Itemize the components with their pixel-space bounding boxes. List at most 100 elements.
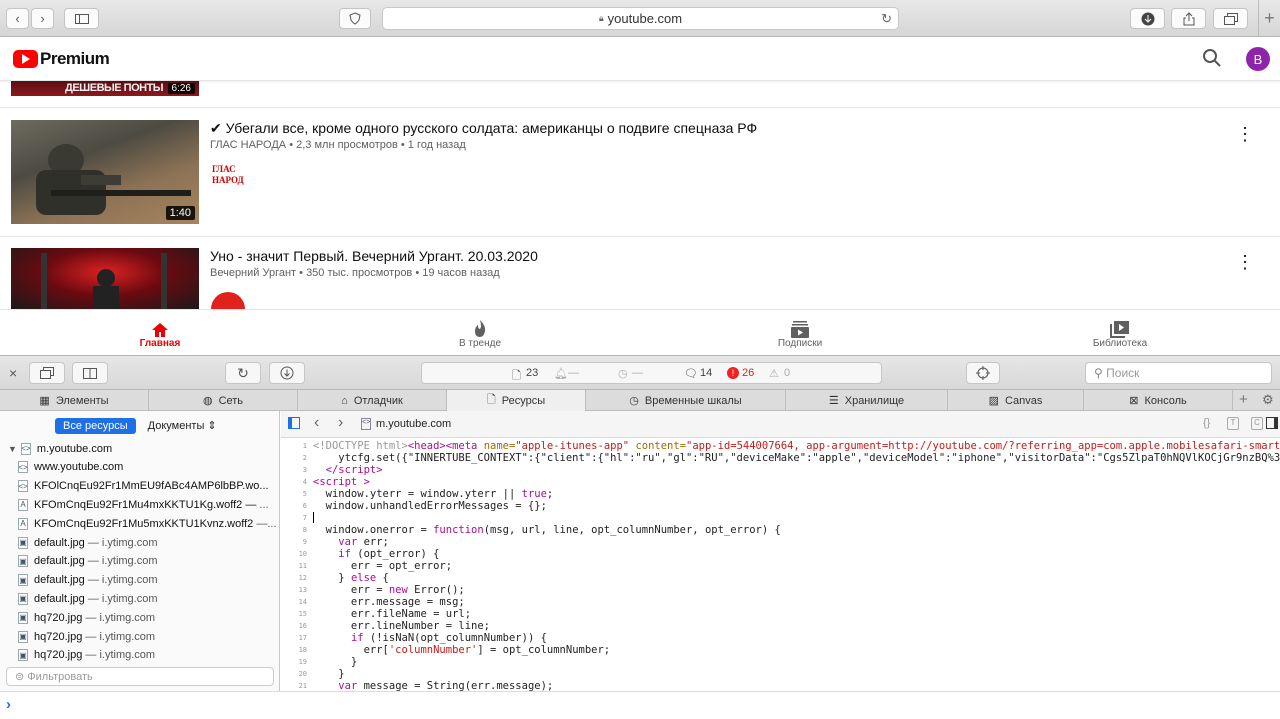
- channel-name[interactable]: ГЛАС НАРОДА: [210, 139, 286, 151]
- line-number[interactable]: 13: [281, 586, 307, 594]
- new-tab-button[interactable]: +: [1258, 0, 1280, 37]
- filter-input[interactable]: ⊜ Фильтровать: [6, 667, 274, 686]
- line-number[interactable]: 15: [281, 610, 307, 618]
- close-icon[interactable]: ×: [9, 365, 17, 381]
- resource-item[interactable]: ▣ default.jpg — i.ytimg.com: [0, 571, 280, 590]
- more-options-button[interactable]: ⋮: [1236, 125, 1254, 143]
- resource-item[interactable]: ▣ hq720.jpg — i.ytimg.com: [0, 646, 280, 665]
- forward-button[interactable]: ›: [31, 8, 54, 29]
- line-number[interactable]: 5: [281, 490, 307, 498]
- avatar[interactable]: B: [1246, 47, 1270, 71]
- resource-item[interactable]: A KFOmCnqEu92Fr1Mu4mxKKTU1Kg.woff2 — ...: [0, 495, 280, 514]
- pretty-print-icon[interactable]: {}: [1203, 417, 1210, 429]
- code-icon[interactable]: C: [1251, 417, 1263, 430]
- gear-icon[interactable]: ⚙: [1262, 392, 1274, 408]
- search-icon[interactable]: [1202, 48, 1222, 68]
- line-number[interactable]: 11: [281, 562, 307, 570]
- navigation-sidebar-icon[interactable]: [288, 417, 300, 429]
- code-line: }: [313, 668, 345, 680]
- file-path[interactable]: m.youtube.com: [376, 418, 451, 430]
- resource-item[interactable]: <> KFOlCnqEu92Fr1MmEU9fABc4AMP6lbBP.wo...: [0, 477, 280, 496]
- sidebar-toggle-button[interactable]: [64, 8, 99, 29]
- forward-icon[interactable]: ›: [338, 414, 343, 432]
- nav-trending[interactable]: В тренде: [400, 310, 560, 356]
- nav-subscriptions[interactable]: Подписки: [720, 310, 880, 356]
- resource-item[interactable]: ▣ hq720.jpg — i.ytimg.com: [0, 627, 280, 646]
- line-number[interactable]: 6: [281, 502, 307, 510]
- privacy-report-button[interactable]: [339, 8, 371, 29]
- tab-resources[interactable]: 🗋 Ресурсы: [447, 390, 586, 411]
- video-title[interactable]: Уно - значит Первый. Вечерний Ургант. 20…: [210, 248, 538, 264]
- resource-item[interactable]: ▣ hq720.jpg — i.ytimg.com: [0, 608, 280, 627]
- search-icon: ⚲: [1094, 366, 1103, 380]
- video-thumbnail[interactable]: 1:40: [11, 120, 199, 224]
- devtools-tab-bar: ▦ Элементы ◍ Сеть ⌂ Отладчик 🗋 Ресурсы ◷ Врем…: [0, 390, 1280, 411]
- tabs-overview-button[interactable]: [1213, 8, 1248, 29]
- line-number[interactable]: 7: [281, 514, 307, 522]
- video-title[interactable]: ✔ Убегали все, кроме одного русского сол…: [210, 120, 757, 137]
- back-icon[interactable]: ‹: [314, 414, 319, 432]
- tab-network[interactable]: ◍ Сеть: [149, 390, 298, 411]
- tree-root-item[interactable]: ▼ <> m.youtube.com: [0, 439, 280, 458]
- address-bar[interactable]: 🔒︎ youtube.com ↻: [382, 7, 899, 30]
- resource-item[interactable]: ▣ default.jpg — i.ytimg.com: [0, 552, 280, 571]
- add-tab-icon[interactable]: +: [1239, 391, 1248, 408]
- line-number[interactable]: 2: [281, 454, 307, 462]
- more-options-button[interactable]: ⋮: [1236, 253, 1254, 271]
- console-prompt[interactable]: ›: [0, 691, 1280, 719]
- type-icon[interactable]: T: [1227, 417, 1239, 430]
- resource-status-bar[interactable]: 🗋 23 🔔︎ — ◷ — 🗨︎ 14 ! 26 ⚠︎ 0: [421, 362, 882, 384]
- resource-item[interactable]: <> www.youtube.com: [0, 458, 280, 477]
- line-number[interactable]: 19: [281, 658, 307, 666]
- line-number[interactable]: 20: [281, 670, 307, 678]
- reload-icon[interactable]: ↻: [881, 11, 892, 27]
- youtube-premium-logo[interactable]: Premium: [13, 49, 110, 69]
- code-line: }: [313, 656, 358, 668]
- details-sidebar-icon[interactable]: [1266, 417, 1278, 429]
- resource-item[interactable]: ▣ default.jpg — i.ytimg.com: [0, 589, 280, 608]
- nav-library[interactable]: Библиотека: [1040, 310, 1200, 356]
- resource-item[interactable]: ▣ default.jpg — i.ytimg.com: [0, 533, 280, 552]
- line-number[interactable]: 9: [281, 538, 307, 546]
- line-number[interactable]: 16: [281, 622, 307, 630]
- devtools-search-input[interactable]: ⚲ Поиск: [1085, 362, 1272, 384]
- element-picker-button[interactable]: [966, 362, 1000, 384]
- channel-name[interactable]: Вечерний Ургант: [210, 267, 296, 279]
- youtube-header: Premium B: [0, 37, 1280, 81]
- line-number[interactable]: 1: [281, 442, 307, 450]
- tab-storage[interactable]: ☰ Хранилище: [786, 390, 948, 411]
- resource-item[interactable]: A KFOmCnqEu92Fr1Mu5mxKKTU1Kvnz.woff2 —...: [0, 514, 280, 533]
- share-button[interactable]: [1171, 8, 1206, 29]
- line-number[interactable]: 17: [281, 634, 307, 642]
- back-button[interactable]: ‹: [6, 8, 29, 29]
- video-thumbnail-partial[interactable]: ДЕШЕВЫЕ ПОНТЫ 6:26: [11, 81, 199, 96]
- tab-console[interactable]: ⊠ Консоль: [1084, 390, 1233, 411]
- reload-page-button[interactable]: ↻: [225, 362, 261, 384]
- resource-domain: — i.ytimg.com: [87, 574, 158, 587]
- tab-debugger[interactable]: ⌂ Отладчик: [298, 390, 447, 411]
- line-number[interactable]: 3: [281, 466, 307, 474]
- line-number[interactable]: 10: [281, 550, 307, 558]
- download-archive-button[interactable]: [269, 362, 305, 384]
- line-number[interactable]: 21: [281, 682, 307, 690]
- line-number[interactable]: 8: [281, 526, 307, 534]
- line-number[interactable]: 18: [281, 646, 307, 654]
- tab-canvas[interactable]: ▨ Canvas: [948, 390, 1084, 411]
- dock-side-button[interactable]: [72, 362, 108, 384]
- all-resources-button[interactable]: Все ресурсы: [55, 417, 136, 434]
- channel-avatar[interactable]: [211, 292, 245, 309]
- disclosure-triangle-icon[interactable]: ▼: [8, 444, 17, 454]
- line-number[interactable]: 4: [281, 478, 307, 486]
- nav-home[interactable]: Главная: [80, 310, 240, 356]
- source-code-view[interactable]: 1 2 3 4 5 6 7 8 9 10 11 12 13 14 15 16 17 18 19 20 21 <!DOCT…: [281, 438, 1280, 691]
- tab-timelines[interactable]: ◷ Временные шкалы: [586, 390, 786, 411]
- video-thumbnail[interactable]: [11, 248, 199, 309]
- channel-logo[interactable]: ГЛАС НАРОДА: [210, 163, 246, 189]
- stage-image: [41, 253, 167, 309]
- documents-button[interactable]: Документы ⇕: [148, 419, 217, 432]
- downloads-button[interactable]: [1130, 8, 1165, 29]
- line-number[interactable]: 12: [281, 574, 307, 582]
- tab-elements[interactable]: ▦ Элементы: [0, 390, 149, 411]
- line-number[interactable]: 14: [281, 598, 307, 606]
- detach-button[interactable]: [29, 362, 65, 384]
